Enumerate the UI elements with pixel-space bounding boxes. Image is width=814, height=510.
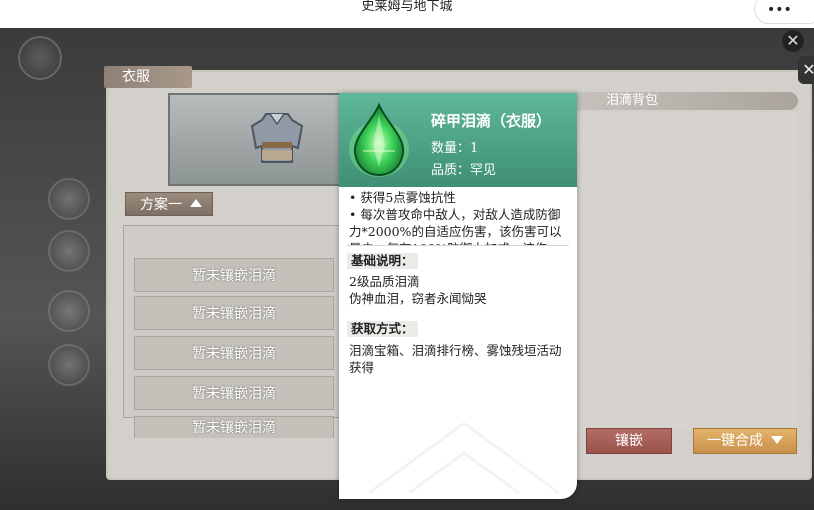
tear-bag-area <box>574 112 798 430</box>
tear-slot-list: 暂未镶嵌泪滴 暂未镶嵌泪滴 暂未镶嵌泪滴 暂未镶嵌泪滴 暂未镶嵌泪滴 <box>123 225 345 438</box>
armor-icon <box>250 113 304 163</box>
window-titlebar: 史莱姆与地下城 ••• <box>0 0 814 28</box>
combine-label: 一键合成 <box>707 433 763 449</box>
item-tooltip: 碎甲泪滴（衣服） 数量：1 品质：罕见 • 获得5点雾蚀抗性 • 每次普攻命中敌… <box>339 93 577 499</box>
item-rarity-value: 罕见 <box>470 163 497 178</box>
acquisition-text: 泪滴宝箱、泪滴排行榜、雾蚀残垣活动获得 <box>349 343 562 375</box>
category-tab-clothes[interactable]: 衣服 <box>104 66 192 88</box>
tear-slot-3[interactable]: 暂未镶嵌泪滴 <box>134 336 334 370</box>
scheme-label: 方案一 <box>140 197 182 213</box>
panel-close-icon[interactable]: ✕ <box>798 56 814 84</box>
scheme-selector-button[interactable]: 方案一 <box>125 192 213 216</box>
more-menu-button[interactable]: ••• <box>754 0 814 24</box>
chevron-down-icon <box>771 436 783 444</box>
chevron-up-icon <box>190 199 202 207</box>
acquisition-title: 获取方式： <box>347 321 418 337</box>
item-rarity: 品质：罕见 <box>431 163 497 178</box>
item-effects[interactable]: • 获得5点雾蚀抗性 • 每次普攻命中敌人，对敌人造成防御力*2000%的自适应… <box>349 189 571 245</box>
tear-slot-4[interactable]: 暂未镶嵌泪滴 <box>134 376 334 410</box>
effect-line-1: • 获得5点雾蚀抗性 <box>349 190 456 205</box>
divider <box>347 245 569 246</box>
gear-icon[interactable] <box>18 36 62 80</box>
watermark-decoration <box>369 423 559 493</box>
basic-description-title: 基础说明： <box>347 253 418 269</box>
item-quantity: 数量：1 <box>431 141 479 156</box>
item-quantity-value: 1 <box>470 141 479 156</box>
side-menu-icon-1[interactable] <box>48 178 90 220</box>
basic-description-line-1: 2级品质泪滴 <box>349 274 420 289</box>
effect-line-2: • 每次普攻命中敌人，对敌人造成防御力*2000%的自适应伤害，该伤害可以暴击，… <box>349 207 562 245</box>
side-menu-icon-2[interactable] <box>48 230 90 272</box>
tear-bag-header: 泪滴背包 <box>574 92 798 110</box>
green-gem-icon <box>349 102 409 177</box>
one-click-combine-button[interactable]: 一键合成 <box>693 428 797 454</box>
embed-button[interactable]: 镶嵌 <box>586 428 672 454</box>
side-menu-icon-4[interactable] <box>48 344 90 386</box>
item-name: 碎甲泪滴（衣服） <box>431 112 552 130</box>
close-icon[interactable]: ✕ <box>782 30 804 52</box>
tear-slot-2[interactable]: 暂未镶嵌泪滴 <box>134 296 334 330</box>
tear-slot-1[interactable]: 暂未镶嵌泪滴 <box>134 258 334 292</box>
basic-description-line-2: 伪神血泪，窃者永闻恸哭 <box>349 291 487 306</box>
tear-slot-5[interactable]: 暂未镶嵌泪滴 <box>134 416 334 438</box>
side-menu-icon-3[interactable] <box>48 290 90 332</box>
window-title: 史莱姆与地下城 <box>361 0 453 14</box>
